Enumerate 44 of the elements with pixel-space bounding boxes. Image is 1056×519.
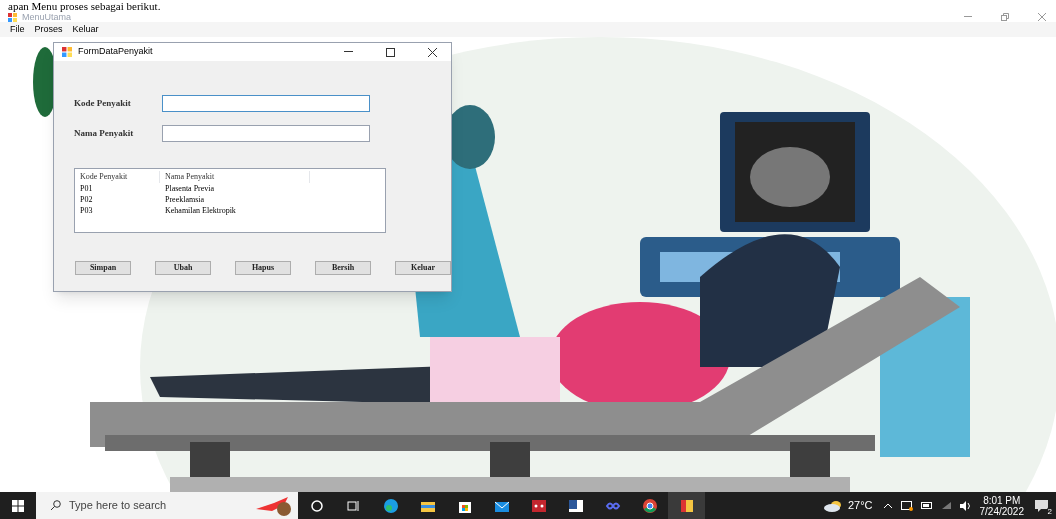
form-button[interactable]: Hapus — [235, 261, 291, 275]
menu-item[interactable]: File — [10, 22, 25, 37]
form-button[interactable]: Simpan — [75, 261, 131, 275]
form-title: FormDataPenyakit — [78, 45, 153, 59]
restore-icon[interactable] — [1001, 13, 1009, 21]
wifi-icon[interactable] — [940, 501, 952, 510]
table-cell-text: P02 — [79, 194, 94, 205]
form-icon — [62, 47, 72, 57]
search-icon — [50, 500, 61, 511]
table-cell-text: Preeklamsia — [164, 194, 206, 205]
network-device-icon[interactable] — [900, 500, 913, 511]
notification-icon[interactable] — [1034, 498, 1050, 513]
chrome-icon[interactable] — [640, 496, 659, 515]
menu-item[interactable]: Proses — [34, 22, 63, 37]
table-cell-text: P01 — [79, 183, 94, 194]
maximize-icon[interactable] — [386, 47, 395, 57]
table-cell-text: Kehamilan Elektropik — [164, 205, 237, 216]
speaker-icon[interactable] — [958, 500, 972, 511]
form-button[interactable]: Bersih — [315, 261, 371, 275]
field-label: Nama Penyakit — [74, 126, 135, 140]
windows-start-icon[interactable] — [12, 499, 24, 512]
form-button[interactable]: Keluar — [395, 261, 451, 275]
cloud-icon[interactable] — [823, 499, 842, 512]
document-text: apan Menu proses sebagai berikut. — [8, 0, 161, 12]
notification-count: 2 — [1046, 506, 1053, 516]
field-label: Kode Penyakit — [74, 96, 132, 110]
minimize-icon[interactable] — [344, 51, 353, 53]
column-header[interactable]: Kode Penyakit — [75, 171, 160, 183]
table-cell-text: Plasenta Previa — [164, 183, 216, 194]
app-icon — [8, 12, 17, 22]
input-field[interactable] — [162, 95, 370, 112]
input-field[interactable] — [162, 125, 370, 142]
battery-icon[interactable] — [920, 502, 933, 509]
window-title: MenuUtama — [22, 12, 72, 22]
close-icon[interactable] — [428, 47, 437, 57]
column-header[interactable]: Nama Penyakit — [160, 171, 310, 183]
clock[interactable]: 8:01 PM 7/24/2022 — [979, 494, 1024, 517]
temperature[interactable]: 27°C — [847, 497, 873, 514]
chevron-up-icon[interactable] — [882, 502, 893, 509]
table-cell-text: P03 — [79, 205, 94, 216]
menu-item[interactable]: Keluar — [72, 22, 99, 37]
browser-icon[interactable] — [381, 496, 400, 515]
search-field[interactable]: Type here to search — [36, 492, 298, 519]
form-button[interactable]: Ubah — [155, 261, 211, 275]
